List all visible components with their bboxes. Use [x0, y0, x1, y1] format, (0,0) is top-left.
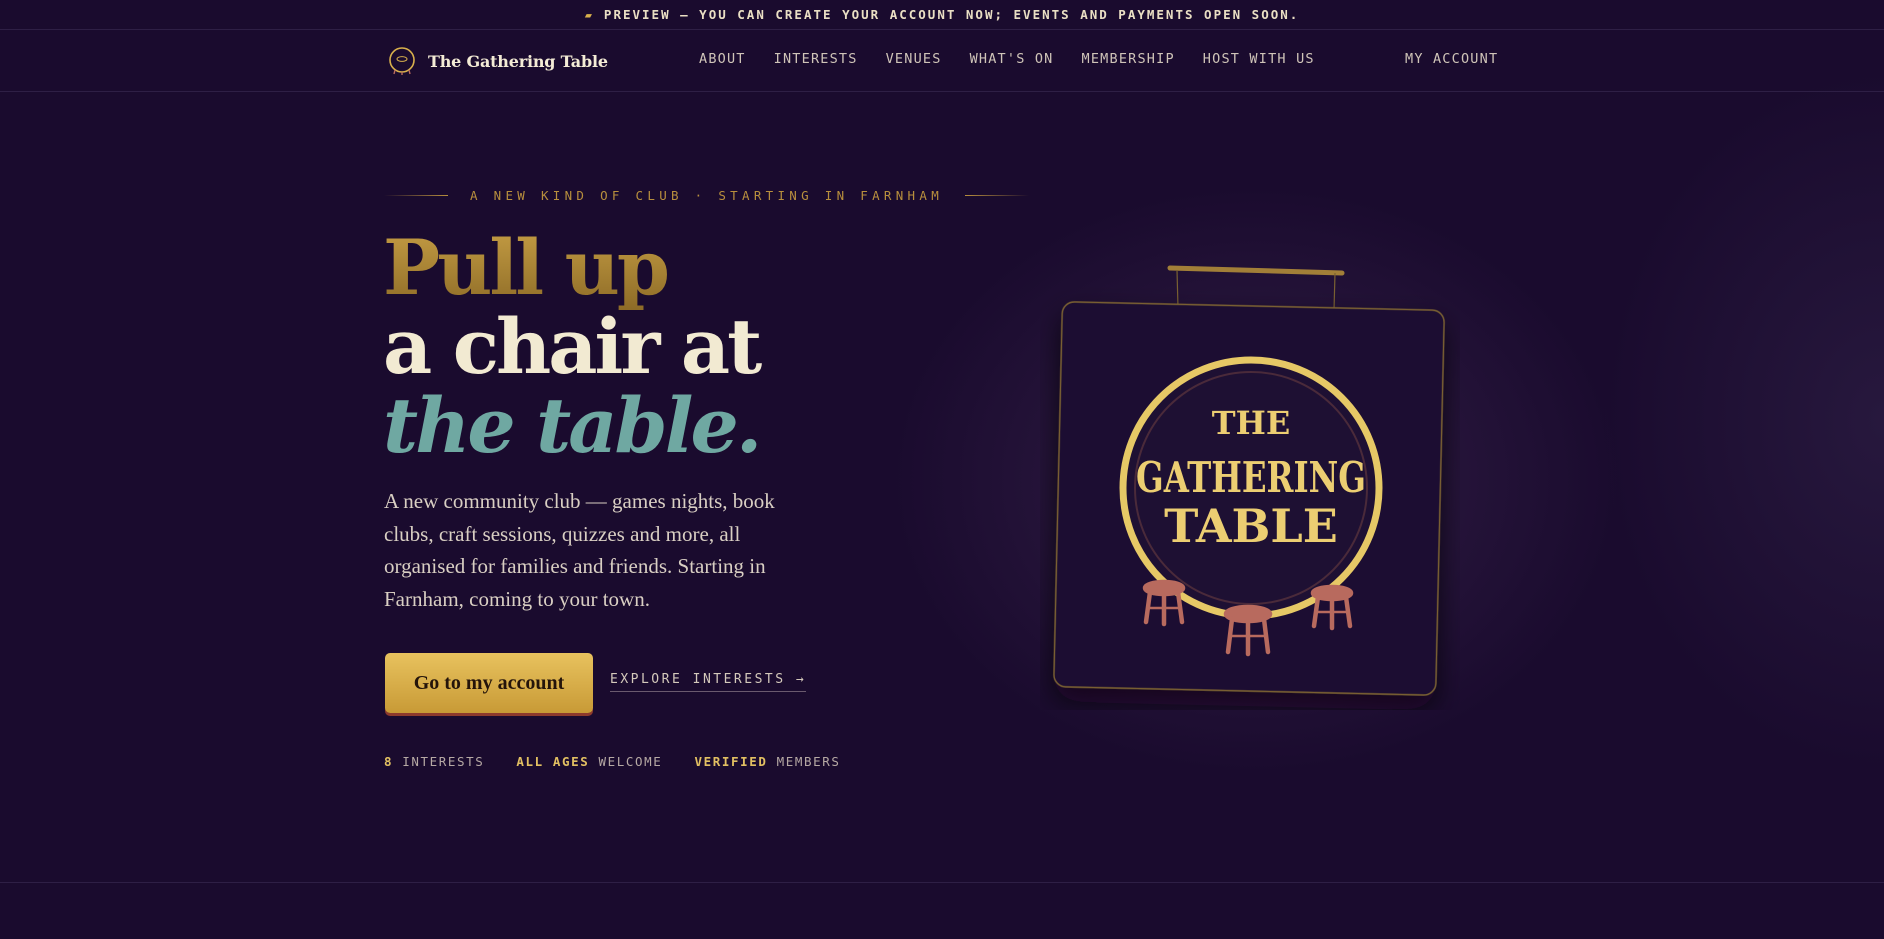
stat-ages: ALL AGES WELCOME	[516, 754, 663, 769]
preview-banner-text: PREVIEW — YOU CAN CREATE YOUR ACCOUNT NO…	[603, 7, 1300, 22]
headline-line-2: a chair at	[383, 302, 762, 391]
brand-logo-link[interactable]: The Gathering Table	[386, 45, 608, 77]
hero-stats: 8 INTERESTS ALL AGES WELCOME VERIFIED ME…	[384, 754, 872, 769]
preview-banner: ▰ PREVIEW — YOU CAN CREATE YOUR ACCOUNT …	[0, 0, 1884, 30]
nav-links: ABOUT INTERESTS VENUES WHAT'S ON MEMBERS…	[699, 51, 1343, 67]
sign-rod	[1167, 265, 1345, 276]
section-divider	[0, 882, 1884, 883]
eyebrow-rule-right	[965, 195, 1030, 196]
my-account-link[interactable]: MY ACCOUNT	[1405, 51, 1498, 67]
background-glow	[0, 0, 1884, 939]
brand-name: The Gathering Table	[428, 51, 608, 71]
stat-interests: 8 INTERESTS	[384, 754, 485, 769]
nav-link-membership[interactable]: MEMBERSHIP	[1082, 51, 1175, 67]
sign-illustration: THE GATHERING TABLE	[1053, 265, 1445, 696]
nav-link-host-with-us[interactable]: HOST WITH US	[1203, 51, 1315, 67]
top-nav: The Gathering Table ABOUT INTERESTS VENU…	[0, 31, 1884, 92]
hero-lead: A new community club — games nights, boo…	[384, 489, 775, 611]
stat-verified: VERIFIED MEMBERS	[694, 754, 841, 769]
go-to-account-button[interactable]: Go to my account	[385, 653, 593, 713]
sign-text-the: THE	[1212, 404, 1290, 442]
nav-link-whats-on[interactable]: WHAT'S ON	[970, 51, 1054, 67]
nav-link-about[interactable]: ABOUT	[699, 51, 746, 67]
hero-eyebrow: A NEW KIND OF CLUB · STARTING IN FARNHAM	[384, 188, 1030, 203]
eyebrow-rule-left	[384, 195, 448, 196]
flag-icon: ▰	[584, 7, 594, 22]
hero-headline: Pull up a chair at the table.	[383, 228, 762, 470]
hanging-sign: THE GATHERING TABLE	[1040, 250, 1460, 710]
explore-interests-link[interactable]: EXPLORE INTERESTS →	[610, 672, 807, 692]
headline-line-1: Pull up	[383, 223, 670, 312]
headline-line-3: the table.	[383, 381, 762, 470]
nav-link-interests[interactable]: INTERESTS	[774, 51, 858, 67]
brand-badge-icon	[389, 47, 415, 75]
sign-text-table: TABLE	[1164, 499, 1338, 553]
eyebrow-text: A NEW KIND OF CLUB · STARTING IN FARNHAM	[470, 188, 944, 203]
sign-text-gathering: GATHERING	[1136, 453, 1366, 502]
nav-link-venues[interactable]: VENUES	[886, 51, 942, 67]
